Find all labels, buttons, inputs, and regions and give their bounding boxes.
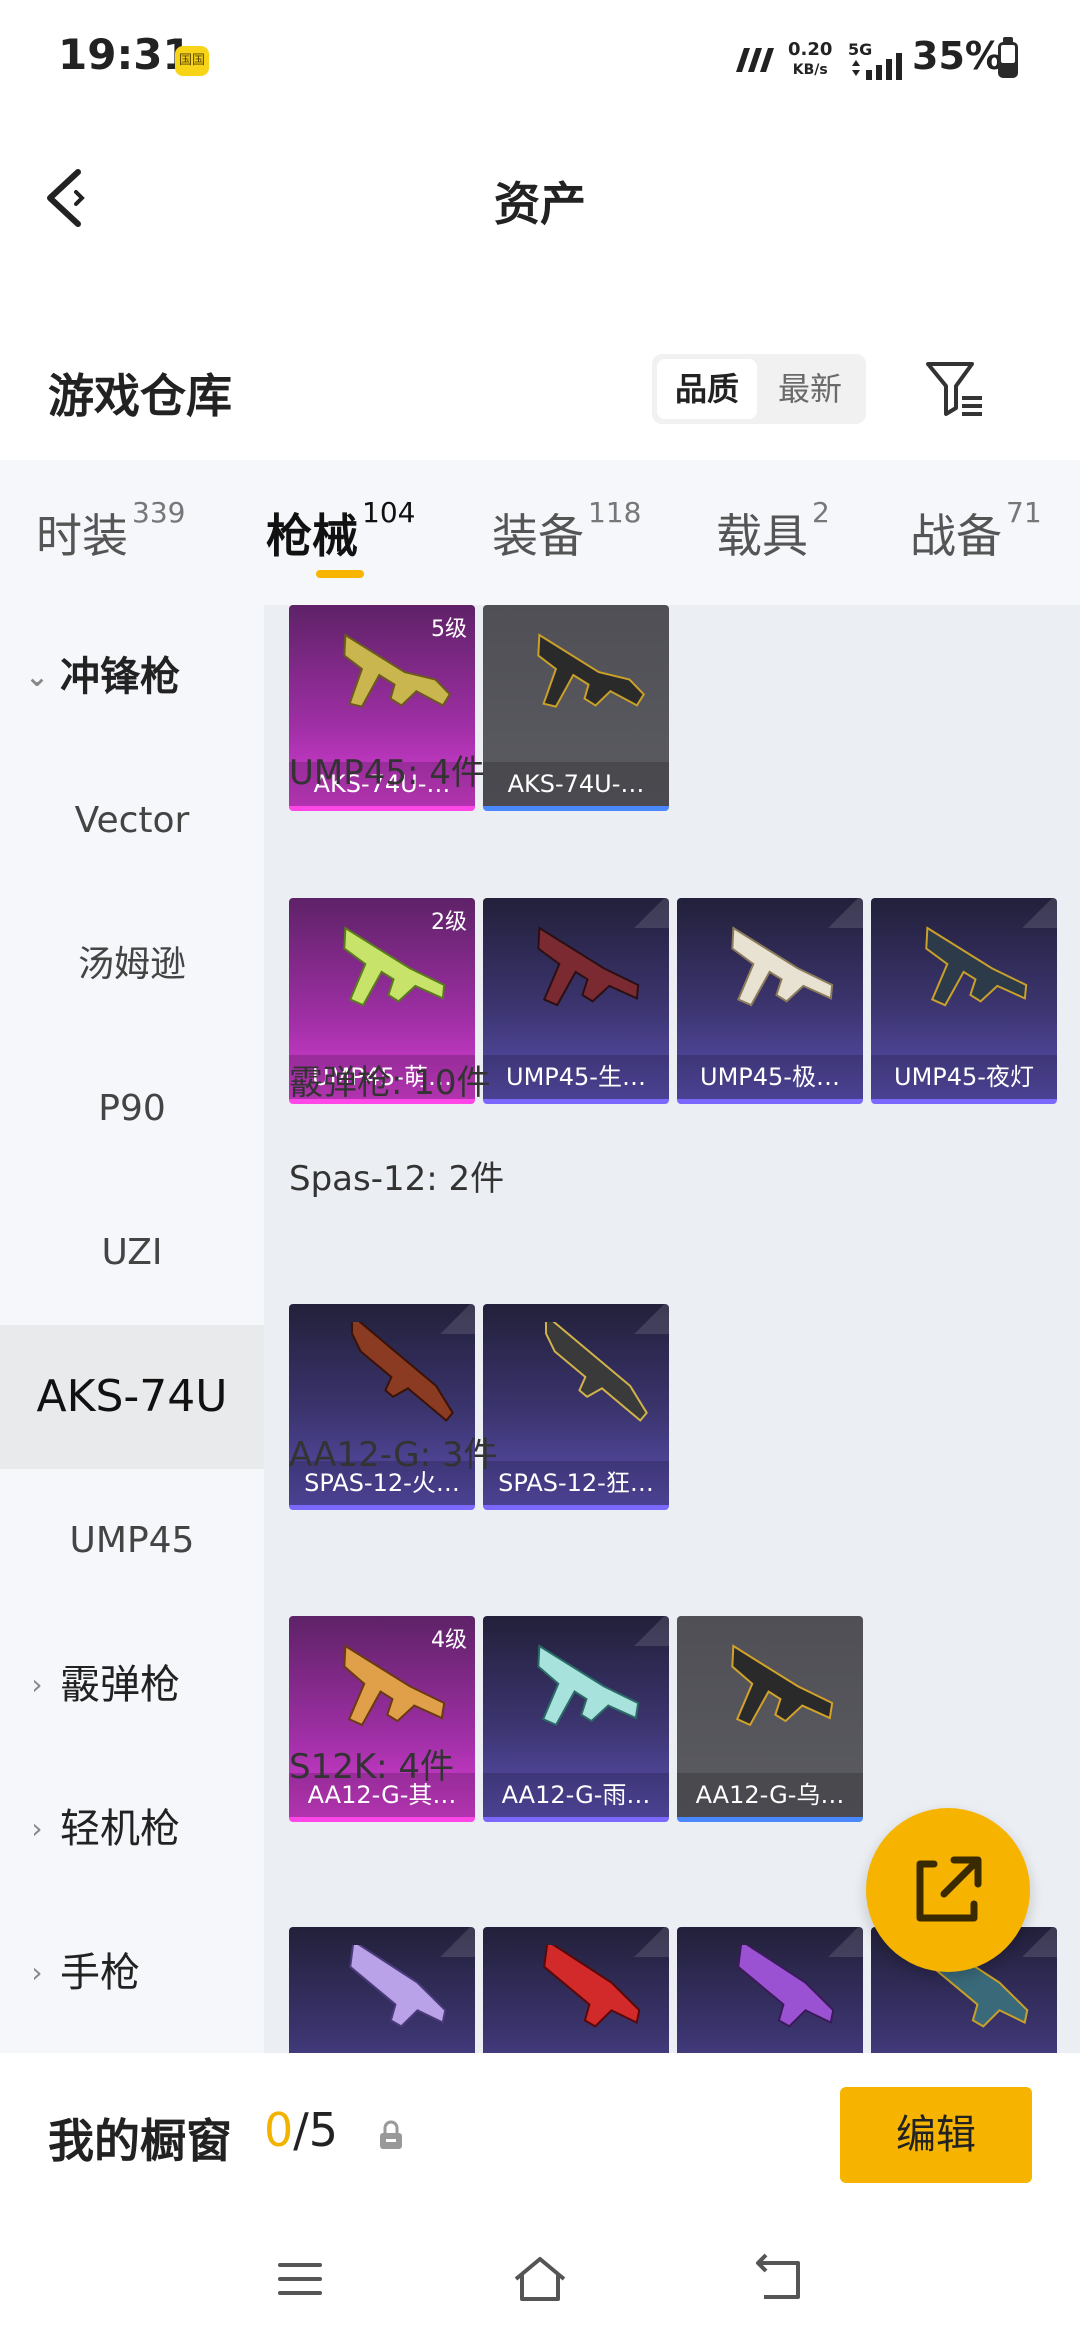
skin-card[interactable] <box>483 1927 669 2053</box>
showcase-bar: 我的橱窗 0/5 编辑 <box>0 2053 1080 2213</box>
menu-icon[interactable] <box>270 2249 330 2309</box>
skin-card[interactable] <box>677 1927 863 2053</box>
skin-card[interactable]: UMP45-生… <box>483 898 669 1104</box>
share-icon <box>916 1856 982 1922</box>
showcase-label: 我的橱窗 <box>48 2114 232 2168</box>
page-title: 资产 <box>494 177 586 231</box>
chevron-right-icon: › <box>31 1956 43 1989</box>
shotgun-skin-icon <box>544 1322 648 1422</box>
sidebar-group-pistol[interactable]: › 手枪 <box>0 1901 264 2045</box>
smg-skin-icon <box>343 926 446 1007</box>
chevron-right-icon: › <box>31 1668 43 1701</box>
signal-strength-icon <box>852 53 902 80</box>
network-speed: 0.20 KB/s <box>788 39 833 79</box>
weapon-type-sidebar: ⌄ 冲锋枪 Vector 汤姆逊 P90 UZI AKS-74U UMP45 ›… <box>0 605 264 2053</box>
system-nav-bar <box>0 2213 1080 2344</box>
tab-firearms[interactable]: 枪械 104 <box>266 496 415 566</box>
back-nav-icon[interactable] <box>750 2249 810 2309</box>
tab-fashion[interactable]: 时装 339 <box>36 496 185 566</box>
sidebar-item-thompson[interactable]: 汤姆逊 <box>0 893 264 1037</box>
skin-card[interactable]: UMP45-极… <box>677 898 863 1104</box>
skin-card[interactable] <box>289 1927 475 2053</box>
smg-skin-icon <box>537 926 640 1007</box>
skin-card[interactable]: 4级 AA12-G-其… <box>289 1616 475 1822</box>
sidebar-item-p90[interactable]: P90 <box>0 1037 264 1181</box>
section-title: AA12-G: 3件 <box>289 1435 498 1475</box>
smg-skin-icon <box>537 633 646 708</box>
section-title: Spas-12: 2件 <box>289 1159 505 1199</box>
skin-name: AA12-G-乌… <box>677 1773 863 1817</box>
sidebar-group-smg[interactable]: ⌄ 冲锋枪 <box>0 605 264 749</box>
skin-card[interactable]: SPAS-12-狂… <box>483 1304 669 1510</box>
shotgun-skin-icon <box>537 1644 640 1727</box>
hd-voice-icon <box>736 48 774 72</box>
shotgun-skin-icon <box>349 1945 447 2028</box>
skin-name: UMP45-极… <box>677 1055 863 1099</box>
showcase-count: 0/5 <box>264 2103 339 2157</box>
sidebar-item-aks74u[interactable]: AKS-74U <box>0 1325 264 1469</box>
skin-name: AKS-74U-… <box>483 762 669 806</box>
skin-name: SPAS-12-狂… <box>483 1461 669 1505</box>
skin-card[interactable]: AKS-74U-… <box>483 605 669 811</box>
home-icon[interactable] <box>510 2249 570 2309</box>
chevron-down-icon: ⌄ <box>25 660 49 693</box>
status-time: 19:31 <box>58 30 192 79</box>
tab-supplies[interactable]: 战备 71 <box>910 496 1042 566</box>
battery-empty-portion <box>1001 45 1015 63</box>
tab-equipment[interactable]: 装备 118 <box>492 496 641 566</box>
skin-card[interactable]: AA12-G-乌… <box>677 1616 863 1822</box>
sidebar-item-vector[interactable]: Vector <box>0 749 264 893</box>
sort-by-quality-button[interactable]: 品质 <box>657 359 757 419</box>
status-bar: 19:31 国国 0.20 KB/s 5G 35% <box>0 0 1080 120</box>
notification-badge-icon: 国国 <box>175 46 209 76</box>
section-title: S12K: 4件 <box>289 1747 455 1787</box>
battery-percent: 35% <box>912 34 1003 78</box>
shotgun-skin-icon <box>737 1945 835 2028</box>
skin-name: AA12-G-雨… <box>483 1773 669 1817</box>
edit-button[interactable]: 编辑 <box>840 2087 1032 2183</box>
smg-skin-icon <box>343 633 452 708</box>
section-title: 霰弹枪: 10件 <box>289 1063 491 1103</box>
sidebar-group-shotgun[interactable]: › 霰弹枪 <box>0 1613 264 1757</box>
shotgun-skin-icon <box>543 1945 641 2028</box>
chevron-right-icon: › <box>31 1812 43 1845</box>
category-tabs: 时装 339 枪械 104 装备 118 载具 2 战备 71 <box>0 460 1080 605</box>
sort-toggle: 品质 最新 <box>652 354 866 424</box>
sort-by-newest-button[interactable]: 最新 <box>760 359 860 419</box>
lock-icon <box>380 2120 402 2149</box>
battery-icon <box>998 37 1018 78</box>
section-title: UMP45: 4件 <box>289 753 485 793</box>
warehouse-title: 游戏仓库 <box>48 369 232 423</box>
sidebar-item-ump45[interactable]: UMP45 <box>0 1469 264 1613</box>
sidebar-item-uzi[interactable]: UZI <box>0 1181 264 1325</box>
skin-card[interactable]: AA12-G-雨… <box>483 1616 669 1822</box>
skin-name: UMP45-夜灯 <box>871 1055 1057 1099</box>
skin-card[interactable]: SPAS-12-火… <box>289 1304 475 1510</box>
smg-skin-icon <box>731 926 834 1007</box>
tab-vehicles[interactable]: 载具 2 <box>716 496 830 566</box>
skin-card[interactable]: UMP45-夜灯 <box>871 898 1057 1104</box>
filter-icon[interactable] <box>920 354 990 424</box>
sidebar-group-lmg[interactable]: › 轻机枪 <box>0 1757 264 1901</box>
skin-name: UMP45-生… <box>483 1055 669 1099</box>
smg-skin-icon <box>925 926 1028 1007</box>
active-tab-indicator <box>316 570 364 578</box>
shotgun-skin-icon <box>731 1644 834 1727</box>
share-button[interactable] <box>866 1808 1030 1972</box>
